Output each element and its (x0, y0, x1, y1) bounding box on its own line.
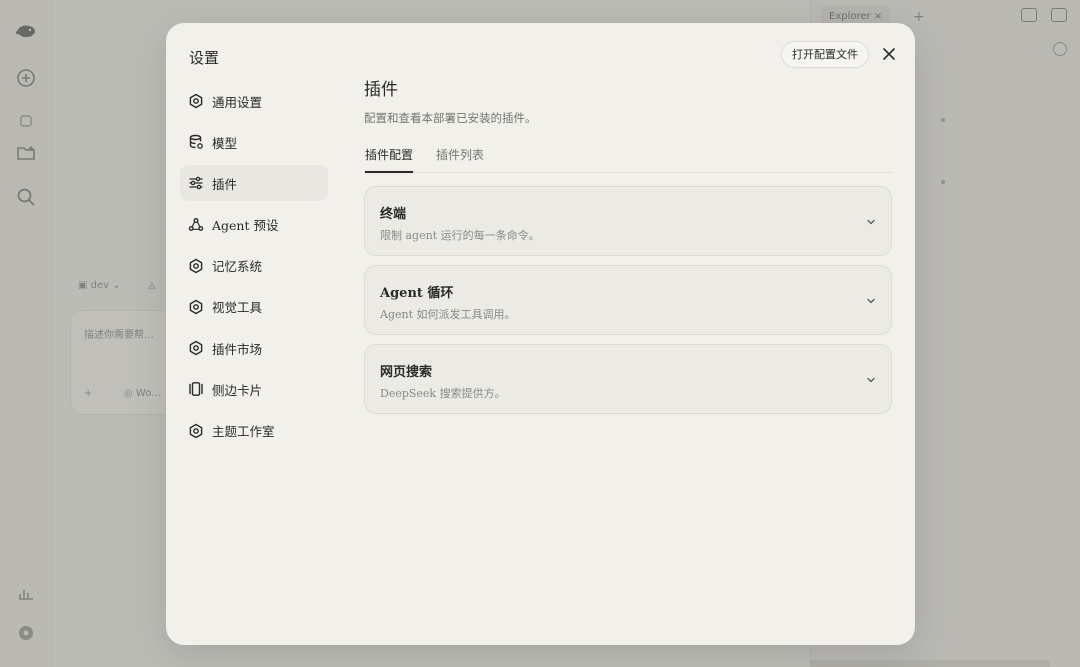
plugin-card-web-search[interactable]: 网页搜索 DeepSeek 搜索提供方。 (364, 344, 892, 414)
sidebar-item-agent-presets[interactable]: Agent 预设 (180, 207, 328, 243)
plugin-tabs: 插件配置 插件列表 (364, 140, 892, 173)
sidebar-item-general[interactable]: 通用设置 (180, 83, 328, 119)
page-description: 配置和查看本部署已安装的插件。 (364, 111, 537, 125)
sidebar-item-label: 模型 (212, 135, 238, 151)
sidebar-item-label: 插件市场 (212, 341, 263, 357)
plugin-card-description: 限制 agent 运行的每一条命令。 (380, 229, 540, 242)
settings-sidebar: 通用设置 模型 插件 Agent 预设 记忆系统 视觉工具 插件市场 侧边卡片 (180, 83, 328, 454)
agent-icon (188, 217, 204, 231)
sidebar-item-label: 通用设置 (212, 94, 263, 110)
sidebar-item-label: 视觉工具 (212, 300, 263, 316)
page-title: 插件 (364, 80, 398, 100)
settings-modal: 设置 打开配置文件 通用设置 模型 插件 Agent 预设 记忆系统 视觉工具 (166, 23, 915, 645)
sidebar-item-theme-studio[interactable]: 主题工作室 (180, 413, 328, 449)
gear-icon (189, 299, 203, 315)
close-button[interactable] (880, 45, 898, 63)
plugin-card-description: Agent 如何派发工具调用。 (380, 308, 516, 321)
modal-title: 设置 (189, 49, 220, 67)
plugin-card-title: 网页搜索 (380, 365, 433, 380)
plugin-card-terminal[interactable]: 终端 限制 agent 运行的每一条命令。 (364, 186, 892, 256)
sidebar-item-side-cards[interactable]: 侧边卡片 (180, 371, 328, 407)
chevron-down-icon (867, 298, 875, 304)
gear-icon (189, 340, 203, 356)
gear-icon (189, 423, 203, 438)
sidebar-item-memory[interactable]: 记忆系统 (180, 248, 328, 284)
plugin-card-title: Agent 循环 (380, 286, 454, 301)
sidebar-item-plugin-market[interactable]: 插件市场 (180, 330, 328, 366)
sidebar-item-vision-tools[interactable]: 视觉工具 (180, 289, 328, 325)
sidebar-item-models[interactable]: 模型 (180, 124, 328, 160)
database-icon (189, 134, 203, 150)
plugin-card-description: DeepSeek 搜索提供方。 (380, 387, 506, 400)
plugin-card-agent-loop[interactable]: Agent 循环 Agent 如何派发工具调用。 (364, 265, 892, 335)
plugin-card-title: 终端 (380, 207, 407, 222)
tab-plugin-config[interactable]: 插件配置 (365, 146, 414, 173)
panel-icon (189, 382, 203, 397)
open-config-file-button[interactable]: 打开配置文件 (781, 41, 869, 68)
sidebar-item-plugins[interactable]: 插件 (180, 165, 328, 202)
sidebar-item-label: 主题工作室 (212, 424, 275, 439)
sidebar-item-label: 侧边卡片 (212, 382, 263, 398)
chevron-down-icon (867, 219, 875, 225)
chevron-down-icon (867, 377, 875, 383)
gear-icon (189, 258, 203, 273)
sidebar-item-label: 记忆系统 (212, 259, 263, 275)
sidebar-item-label: 插件 (212, 176, 238, 192)
sliders-icon (189, 177, 203, 190)
tab-plugin-list[interactable]: 插件列表 (436, 146, 484, 171)
sidebar-item-label: Agent 预设 (212, 218, 279, 234)
close-icon (883, 48, 895, 60)
gear-icon (189, 93, 203, 109)
